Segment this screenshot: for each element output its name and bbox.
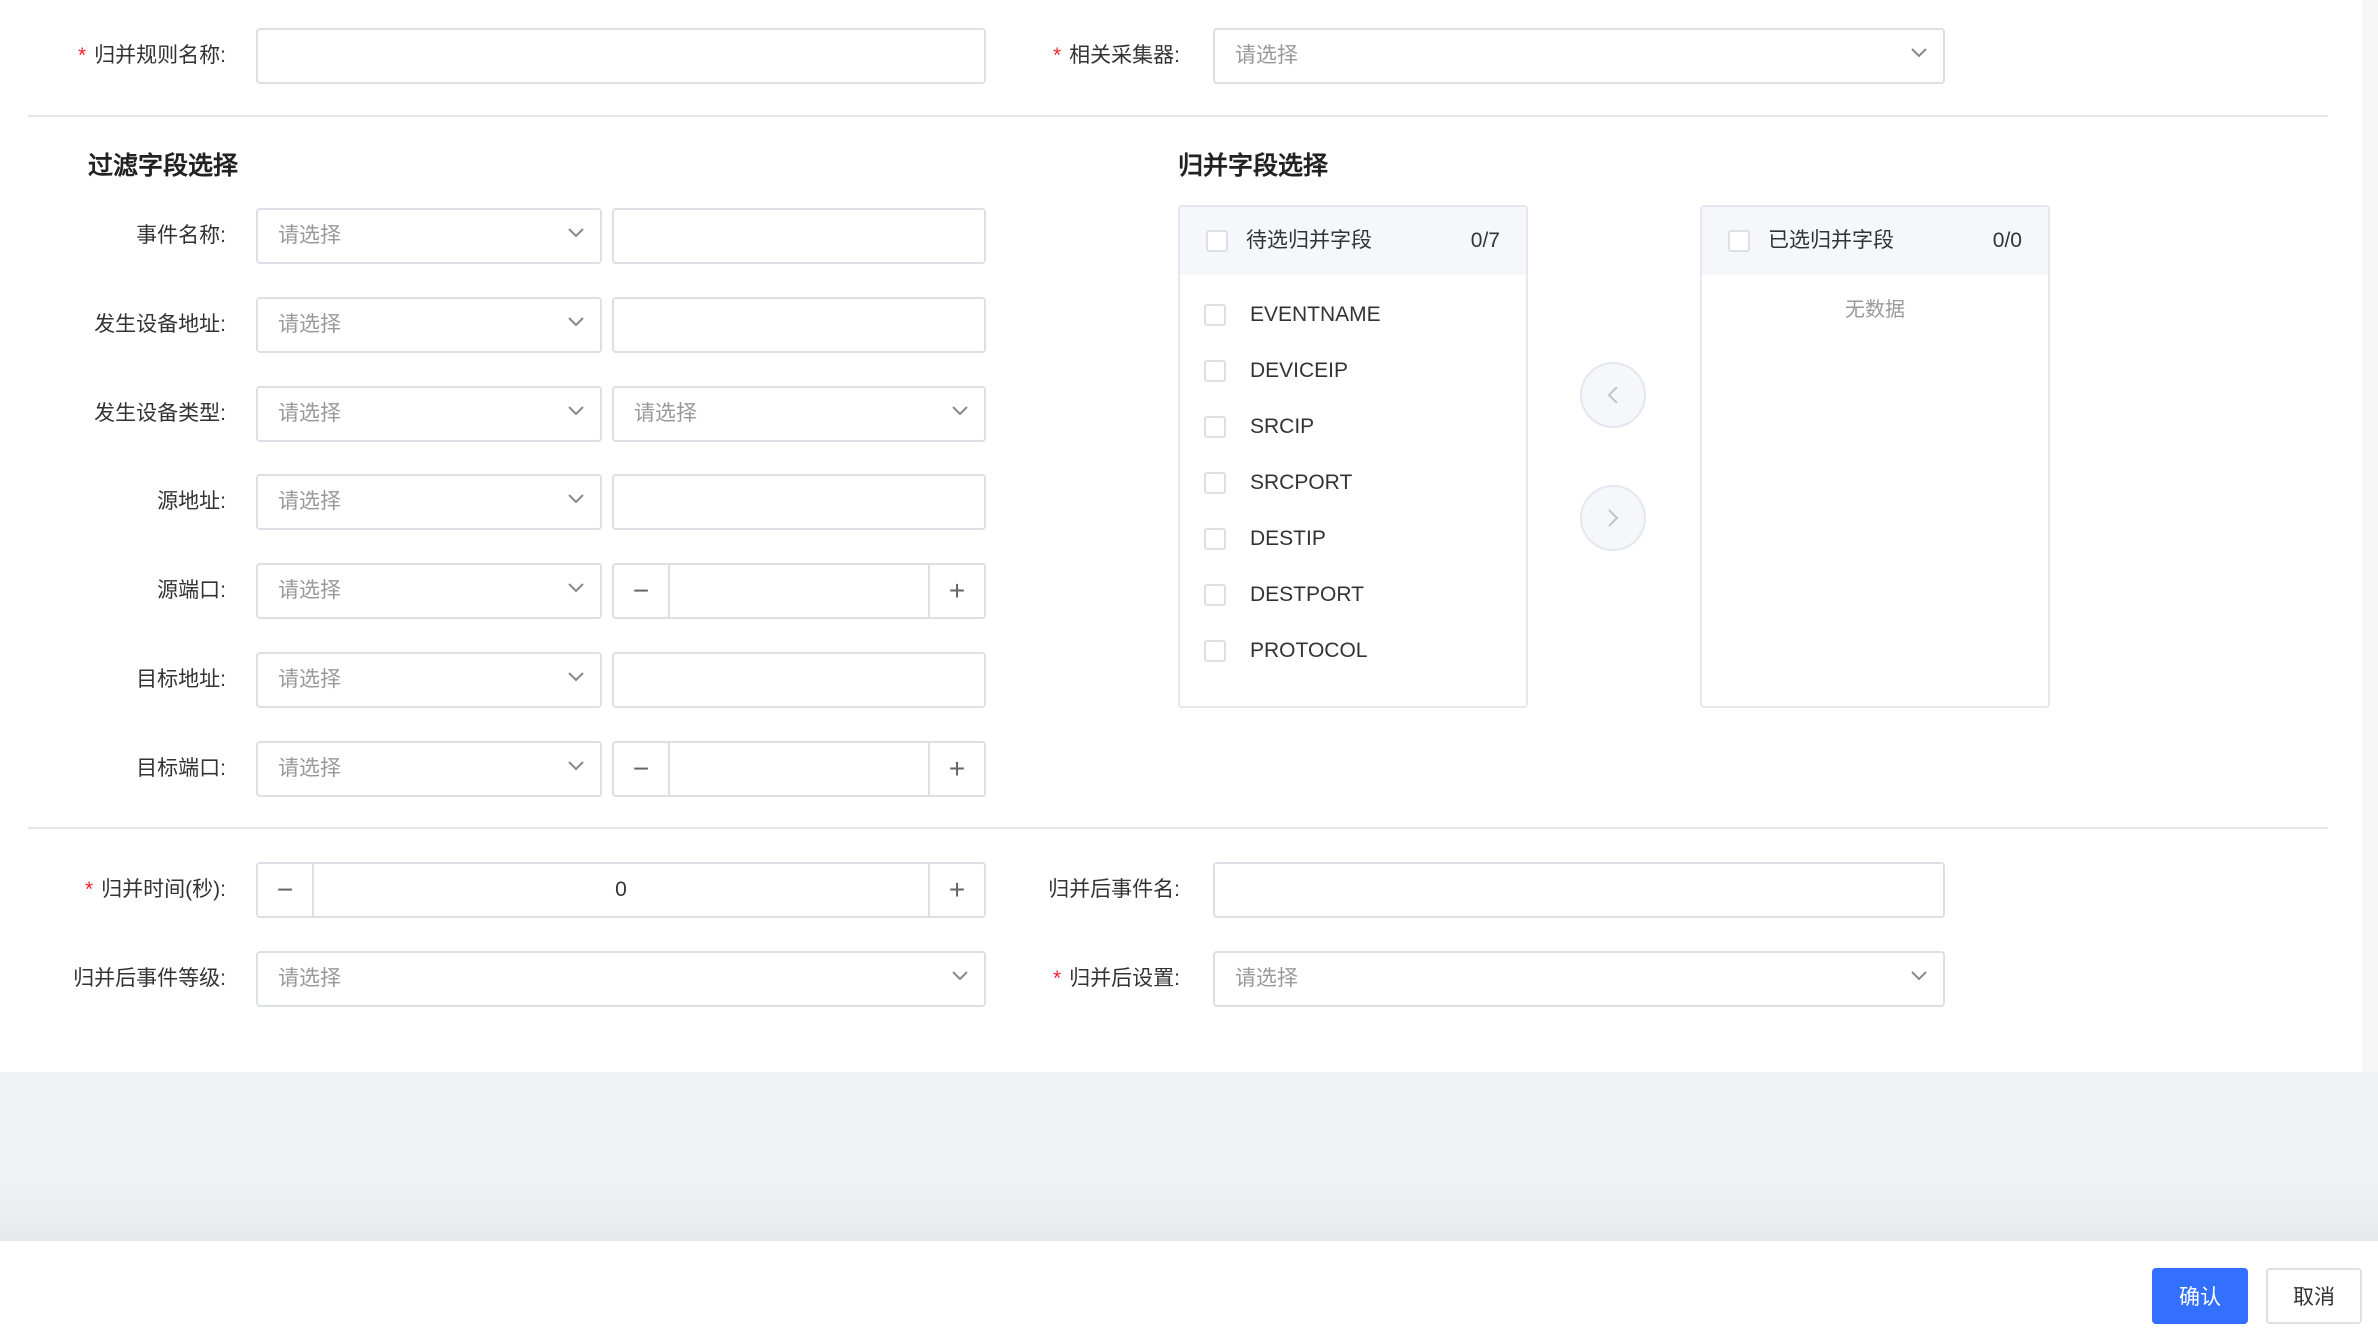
required-mark: * <box>77 44 87 67</box>
merged-event-name-label: 归并后事件名: <box>1048 878 1180 901</box>
list-item[interactable]: DEVICEIP <box>1204 343 1348 399</box>
minus-icon[interactable]: − <box>614 565 670 617</box>
merge-section-title: 归并字段选择 <box>1178 152 1329 180</box>
chevron-down-icon <box>952 406 968 420</box>
list-item[interactable]: DESTIP <box>1204 511 1326 567</box>
divider-top <box>28 115 2328 117</box>
chevron-down-icon <box>1911 971 1927 985</box>
filter-label-event-name: 事件名称: <box>136 224 226 247</box>
minus-icon[interactable]: − <box>614 743 670 795</box>
device-address-operator-select[interactable]: 请选择 <box>256 297 602 353</box>
event-name-operator-select[interactable]: 请选择 <box>256 208 602 264</box>
empty-text: 无数据 <box>1845 299 1905 321</box>
source-count: 0/7 <box>1470 229 1500 252</box>
required-mark: * <box>1052 44 1062 67</box>
merged-level-select[interactable]: 请选择 <box>256 951 986 1007</box>
chevron-down-icon <box>568 761 584 775</box>
filter-label-device-type: 发生设备类型: <box>94 402 226 425</box>
list-item[interactable]: DESTPORT <box>1204 567 1364 623</box>
chevron-down-icon <box>568 583 584 597</box>
target-count: 0/0 <box>1992 229 2022 252</box>
dest-address-operator-select[interactable]: 请选择 <box>256 652 602 708</box>
list-item[interactable]: EVENTNAME <box>1204 287 1381 343</box>
source-address-input[interactable] <box>612 474 986 530</box>
list-item[interactable]: SRCPORT <box>1204 455 1352 511</box>
filter-label-source-port: 源端口: <box>157 579 226 602</box>
footer-gradient <box>0 1180 2378 1240</box>
chevron-down-icon <box>568 672 584 686</box>
divider-bottom <box>28 827 2328 829</box>
merge-time-label: * 归并时间(秒): <box>84 878 226 901</box>
chevron-down-icon <box>952 971 968 985</box>
required-mark: * <box>1052 967 1062 990</box>
list-item[interactable]: PROTOCOL <box>1204 623 1367 679</box>
rule-name-label: * 归并规则名称: <box>77 44 226 67</box>
filter-label-device-address: 发生设备地址: <box>94 313 226 336</box>
merge-time-value[interactable]: 0 <box>314 864 928 916</box>
transfer-source-panel: 待选归并字段 0/7 EVENTNAME DEVICEIP SRCIP SRCP… <box>1178 205 1528 708</box>
chevron-down-icon <box>1911 48 1927 62</box>
item-checkbox[interactable] <box>1204 584 1226 606</box>
item-checkbox[interactable] <box>1204 360 1226 382</box>
dest-address-input[interactable] <box>612 652 986 708</box>
item-checkbox[interactable] <box>1204 640 1226 662</box>
transfer-target-panel: 已选归并字段 0/0 无数据 <box>1700 205 2050 708</box>
cancel-button[interactable]: 取消 <box>2266 1268 2362 1324</box>
plus-icon[interactable]: + <box>928 565 984 617</box>
dest-port-stepper[interactable]: − + <box>612 741 986 797</box>
chevron-down-icon <box>568 317 584 331</box>
minus-icon[interactable]: − <box>258 864 314 916</box>
chevron-left-icon <box>1607 386 1618 404</box>
transfer-source-header: 待选归并字段 0/7 <box>1180 207 1526 275</box>
device-type-operator-select[interactable]: 请选择 <box>256 386 602 442</box>
confirm-button[interactable]: 确认 <box>2152 1268 2248 1324</box>
item-checkbox[interactable] <box>1204 528 1226 550</box>
chevron-down-icon <box>568 406 584 420</box>
dialog-footer <box>0 1240 2378 1334</box>
filter-label-dest-address: 目标地址: <box>136 668 226 691</box>
move-right-button[interactable] <box>1580 485 1646 551</box>
merged-setting-select[interactable]: 请选择 <box>1213 951 1945 1007</box>
device-address-input[interactable] <box>612 297 986 353</box>
list-item[interactable]: SRCIP <box>1204 399 1314 455</box>
transfer-target-header: 已选归并字段 0/0 <box>1702 207 2048 275</box>
merged-setting-label: * 归并后设置: <box>1052 967 1180 990</box>
filter-label-source-address: 源地址: <box>157 490 226 513</box>
chevron-down-icon <box>568 228 584 242</box>
move-left-button[interactable] <box>1580 362 1646 428</box>
chevron-down-icon <box>568 494 584 508</box>
merged-event-name-input[interactable] <box>1213 862 1945 918</box>
item-checkbox[interactable] <box>1204 304 1226 326</box>
required-mark: * <box>84 878 94 901</box>
filter-section-title: 过滤字段选择 <box>88 152 239 180</box>
item-checkbox[interactable] <box>1204 416 1226 438</box>
plus-icon[interactable]: + <box>928 864 984 916</box>
event-name-input[interactable] <box>612 208 986 264</box>
scrollbar-track[interactable] <box>2362 0 2378 1072</box>
select-all-checkbox[interactable] <box>1728 230 1750 252</box>
chevron-right-icon <box>1608 509 1619 527</box>
collector-label: * 相关采集器: <box>1052 44 1180 67</box>
merge-time-stepper[interactable]: − 0 + <box>256 862 986 918</box>
filter-label-dest-port: 目标端口: <box>136 757 226 780</box>
source-address-operator-select[interactable]: 请选择 <box>256 474 602 530</box>
collector-select[interactable]: 请选择 <box>1213 28 1945 84</box>
rule-name-input[interactable] <box>256 28 986 84</box>
plus-icon[interactable]: + <box>928 743 984 795</box>
source-port-operator-select[interactable]: 请选择 <box>256 563 602 619</box>
dest-port-operator-select[interactable]: 请选择 <box>256 741 602 797</box>
item-checkbox[interactable] <box>1204 472 1226 494</box>
select-all-checkbox[interactable] <box>1206 230 1228 252</box>
source-port-stepper[interactable]: − + <box>612 563 986 619</box>
merged-level-label: 归并后事件等级: <box>73 967 226 990</box>
device-type-value-select[interactable]: 请选择 <box>612 386 986 442</box>
